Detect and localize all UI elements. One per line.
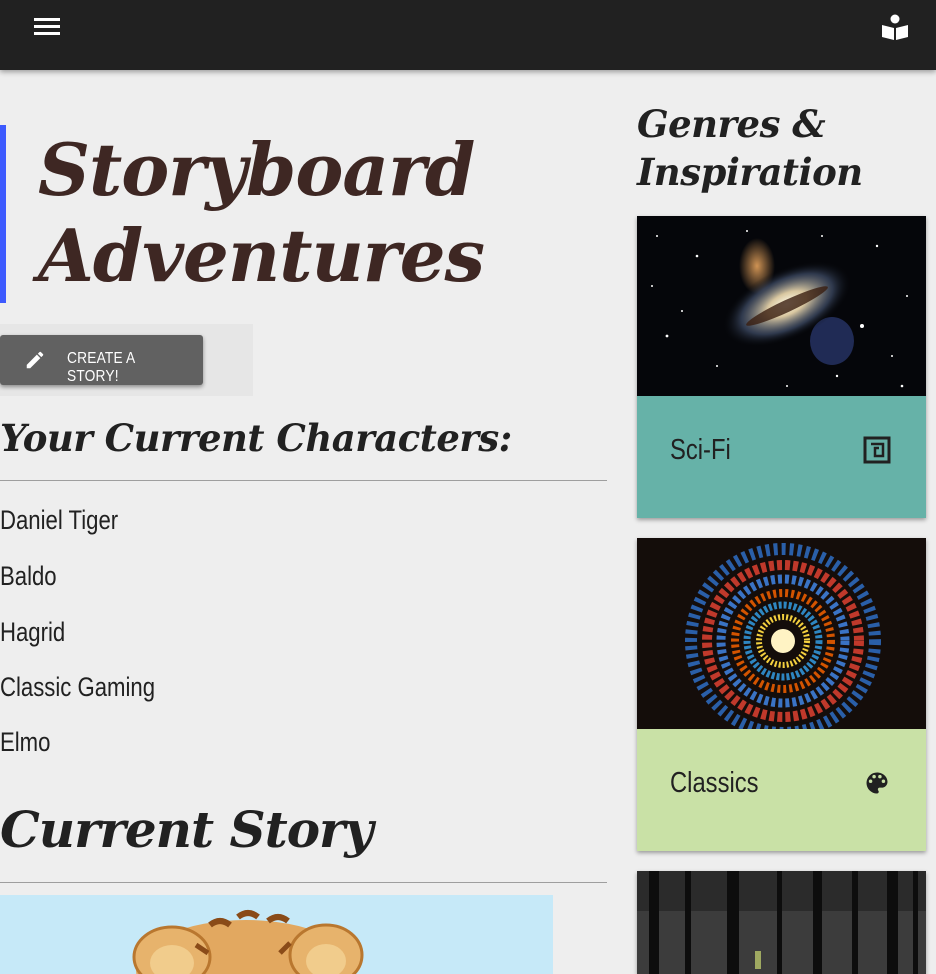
tiger-illustration <box>132 910 364 974</box>
character-item[interactable]: Hagrid <box>0 617 65 648</box>
stained-glass-image <box>637 538 926 729</box>
page-title-line1: Storyboard <box>38 127 475 212</box>
page-title: Storyboard Adventures <box>38 127 485 299</box>
sidebar-heading: Genres & Inspiration <box>637 100 863 196</box>
page-title-line2: Adventures <box>38 213 485 298</box>
genre-card-footer: Classics <box>637 729 926 851</box>
characters-heading: Your Current Characters: <box>0 416 512 460</box>
genre-card-footer: Sci-Fi <box>637 396 926 518</box>
story-image <box>0 895 553 974</box>
genre-name: Sci-Fi <box>670 434 731 466</box>
galaxy-image <box>637 216 926 396</box>
genre-card-forest[interactable] <box>637 871 926 974</box>
palette-icon <box>866 772 888 794</box>
genre-card-scifi[interactable]: Sci-Fi <box>637 216 926 518</box>
top-app-bar <box>0 0 936 70</box>
hamburger-menu-icon[interactable] <box>34 18 62 38</box>
memory-chip-icon <box>863 436 891 464</box>
divider <box>0 882 607 883</box>
genre-name: Classics <box>670 767 759 799</box>
character-item[interactable]: Elmo <box>0 727 50 758</box>
page-title-block: Storyboard Adventures <box>0 125 606 303</box>
pencil-icon <box>26 351 44 369</box>
divider <box>0 480 607 481</box>
current-story-heading: Current Story <box>0 800 373 859</box>
genre-card-classics[interactable]: Classics <box>637 538 926 851</box>
character-item[interactable]: Baldo <box>0 561 57 592</box>
create-story-label: CREATE A STORY! <box>67 350 135 385</box>
sidebar-heading-line2: Inspiration <box>637 150 863 194</box>
chrome-reader-icon[interactable] <box>880 12 910 42</box>
sidebar-heading-line1: Genres & <box>637 102 826 146</box>
character-item[interactable]: Daniel Tiger <box>0 505 118 536</box>
forest-image <box>637 871 926 974</box>
character-item[interactable]: Classic Gaming <box>0 672 155 703</box>
create-story-button[interactable]: CREATE A STORY! <box>0 335 203 385</box>
